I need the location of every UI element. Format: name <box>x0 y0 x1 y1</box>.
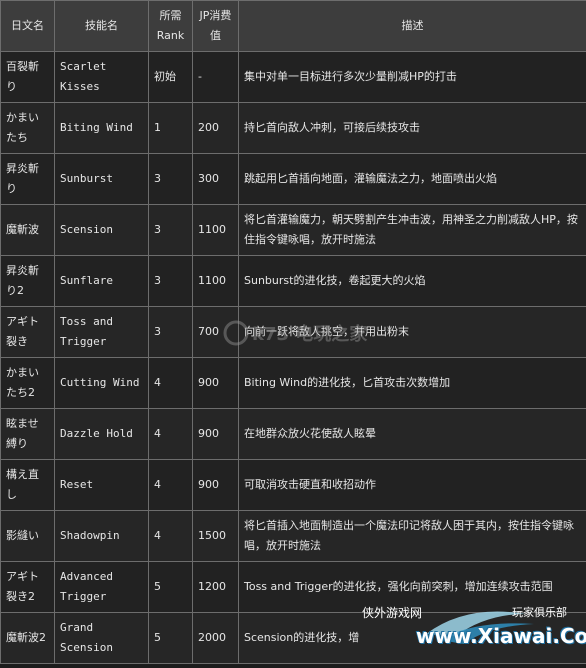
cell-description: 将匕首灌输魔力，朝天劈割产生冲击波，用神圣之力削减敌人HP，按住指令键咏唱，放开… <box>239 205 586 256</box>
cell-rank: 1 <box>149 103 193 154</box>
cell-skill-name: Advanced Trigger <box>55 562 149 613</box>
cell-rank: 4 <box>149 358 193 409</box>
table-row: 眩ませ縛りDazzle Hold4900在地群众放火花使敌人眩晕 <box>1 409 586 460</box>
table-row: 昇炎斬り2Sunflare31100Sunburst的进化技，卷起更大的火焰 <box>1 256 586 307</box>
cell-description: 集中对单一目标进行多次少量削减HP的打击 <box>239 52 586 103</box>
cell-jp-cost: 2000 <box>193 613 239 664</box>
table-row: 構え直しReset4900可取消攻击硬直和收招动作 <box>1 460 586 511</box>
cell-rank: 3 <box>149 205 193 256</box>
table-row: アギト裂きToss and Trigger3700向前一跃将敌人挑空，并用出粉末 <box>1 307 586 358</box>
cell-rank: 3 <box>149 256 193 307</box>
header-jp-name: 日文名 <box>1 1 55 52</box>
cell-skill-name: Grand Scension <box>55 613 149 664</box>
table-row: アギト裂き2Advanced Trigger51200Toss and Trig… <box>1 562 586 613</box>
cell-jp-name: 構え直し <box>1 460 55 511</box>
cell-description: 在地群众放火花使敌人眩晕 <box>239 409 586 460</box>
cell-jp-cost: - <box>193 52 239 103</box>
cell-jp-cost: 1500 <box>193 511 239 562</box>
cell-rank: 5 <box>149 562 193 613</box>
cell-description: Toss and Trigger的进化技，强化向前突刺，增加连续攻击范围 <box>239 562 586 613</box>
cell-jp-cost: 1100 <box>193 205 239 256</box>
cell-skill-name: Sunburst <box>55 154 149 205</box>
cell-jp-name: 百裂斬り <box>1 52 55 103</box>
cell-jp-cost: 900 <box>193 460 239 511</box>
table-row: 昇炎斬りSunburst3300跳起用匕首插向地面，灌输魔法之力，地面喷出火焰 <box>1 154 586 205</box>
cell-jp-cost: 700 <box>193 307 239 358</box>
cell-jp-name: 魔斬波2 <box>1 613 55 664</box>
cell-jp-name: 影縫い <box>1 511 55 562</box>
header-description: 描述 <box>239 1 586 52</box>
skills-table: 日文名 技能名 所需Rank JP消费值 描述 百裂斬りScarlet Kiss… <box>0 0 586 664</box>
cell-jp-cost: 1200 <box>193 562 239 613</box>
header-jp-cost: JP消费值 <box>193 1 239 52</box>
cell-jp-cost: 900 <box>193 358 239 409</box>
cell-jp-cost: 200 <box>193 103 239 154</box>
cell-description: 将匕首插入地面制造出一个魔法印记将敌人困于其内，按住指令键咏唱，放开时施法 <box>239 511 586 562</box>
cell-jp-name: かまいたち2 <box>1 358 55 409</box>
cell-skill-name: Sunflare <box>55 256 149 307</box>
cell-jp-name: 昇炎斬り <box>1 154 55 205</box>
cell-rank: 4 <box>149 409 193 460</box>
table-row: 魔斬波2Grand Scension52000Scension的进化技，增 <box>1 613 586 664</box>
cell-rank: 5 <box>149 613 193 664</box>
cell-skill-name: Shadowpin <box>55 511 149 562</box>
cell-jp-name: アギト裂き2 <box>1 562 55 613</box>
cell-skill-name: Biting Wind <box>55 103 149 154</box>
cell-rank: 3 <box>149 307 193 358</box>
cell-description: 可取消攻击硬直和收招动作 <box>239 460 586 511</box>
cell-rank: 4 <box>149 511 193 562</box>
cell-description: 持匕首向敌人冲刺，可接后续技攻击 <box>239 103 586 154</box>
header-skill-name: 技能名 <box>55 1 149 52</box>
table-header-row: 日文名 技能名 所需Rank JP消费值 描述 <box>1 1 586 52</box>
cell-rank: 4 <box>149 460 193 511</box>
cell-description: 跳起用匕首插向地面，灌输魔法之力，地面喷出火焰 <box>239 154 586 205</box>
cell-skill-name: Cutting Wind <box>55 358 149 409</box>
cell-description: 向前一跃将敌人挑空，并用出粉末 <box>239 307 586 358</box>
header-rank: 所需Rank <box>149 1 193 52</box>
cell-jp-name: 魔斬波 <box>1 205 55 256</box>
cell-skill-name: Dazzle Hold <box>55 409 149 460</box>
table-row: 百裂斬りScarlet Kisses初始-集中对单一目标进行多次少量削减HP的打… <box>1 52 586 103</box>
cell-jp-cost: 1100 <box>193 256 239 307</box>
table-row: かまいたちBiting Wind1200持匕首向敌人冲刺，可接后续技攻击 <box>1 103 586 154</box>
cell-skill-name: Scarlet Kisses <box>55 52 149 103</box>
cell-skill-name: Reset <box>55 460 149 511</box>
cell-description: Scension的进化技，增 <box>239 613 586 664</box>
cell-jp-name: 昇炎斬り2 <box>1 256 55 307</box>
cell-rank: 初始 <box>149 52 193 103</box>
cell-skill-name: Scension <box>55 205 149 256</box>
table-row: かまいたち2Cutting Wind4900Biting Wind的进化技，匕首… <box>1 358 586 409</box>
cell-jp-name: かまいたち <box>1 103 55 154</box>
cell-jp-cost: 900 <box>193 409 239 460</box>
cell-description: Biting Wind的进化技，匕首攻击次数增加 <box>239 358 586 409</box>
cell-rank: 3 <box>149 154 193 205</box>
cell-description: Sunburst的进化技，卷起更大的火焰 <box>239 256 586 307</box>
cell-jp-cost: 300 <box>193 154 239 205</box>
cell-jp-name: アギト裂き <box>1 307 55 358</box>
table-row: 影縫いShadowpin41500将匕首插入地面制造出一个魔法印记将敌人困于其内… <box>1 511 586 562</box>
cell-skill-name: Toss and Trigger <box>55 307 149 358</box>
table-row: 魔斬波Scension31100将匕首灌输魔力，朝天劈割产生冲击波，用神圣之力削… <box>1 205 586 256</box>
cell-jp-name: 眩ませ縛り <box>1 409 55 460</box>
